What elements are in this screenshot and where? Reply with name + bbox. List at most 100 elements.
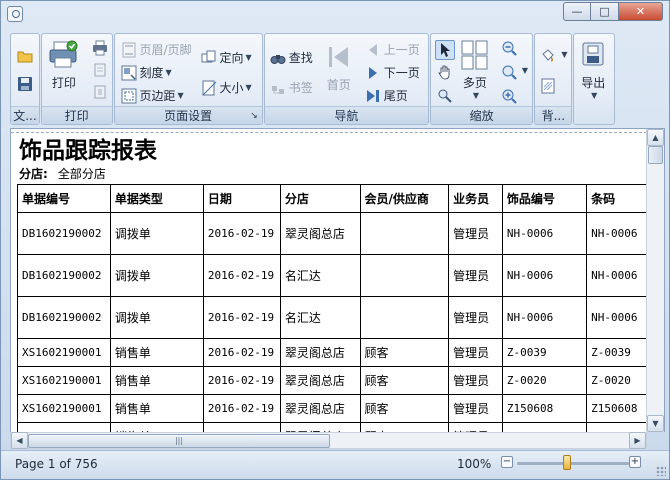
orientation-icon: [201, 50, 217, 66]
vertical-scroll-thumb[interactable]: [648, 146, 663, 164]
zoom-tool-icon[interactable]: [437, 88, 453, 104]
orientation-button[interactable]: 定向 ▼: [201, 49, 252, 66]
ribbon-group-print-label: 打印: [41, 106, 112, 124]
scroll-left-button[interactable]: ◀: [11, 432, 28, 449]
table-cell: 管理员: [448, 212, 503, 255]
table-cell: 调拨单: [109, 296, 204, 339]
size-button[interactable]: 大小 ▼: [201, 79, 252, 96]
table-cell: 管理员: [448, 338, 503, 367]
scroll-right-button[interactable]: ▶: [629, 432, 646, 449]
zoom-in-button[interactable]: +: [629, 456, 641, 468]
document-preview[interactable]: 饰品跟踪报表 分店: 全部分店 单据编号 单据类型 日期 分店 会员/供应商 业务员 饰品编号…: [10, 128, 665, 432]
table-row: XS1602190001 销售单 2016-02-19 翠灵阁总店 顾客 管理员 Z-003…: [17, 338, 647, 367]
margins-button[interactable]: 页边距 ▼: [121, 87, 184, 104]
printer-icon: [48, 40, 80, 70]
table-cell: 翠灵阁总店: [279, 394, 361, 423]
hand-tool-icon[interactable]: [437, 64, 453, 80]
vertical-scrollbar[interactable]: ▲ ▼: [646, 129, 664, 432]
table-row: DB1602190002 调拨单 2016-02-19 名汇达 管理员 NH-0006 NH…: [17, 254, 647, 297]
first-page-button[interactable]: 首页: [327, 42, 351, 93]
multi-page-button[interactable]: 多页 ▼: [461, 40, 489, 100]
chevron-down-icon: ▼: [177, 91, 184, 100]
chevron-down-icon: ▼: [165, 68, 172, 77]
zoom-level[interactable]: 100%: [457, 457, 491, 471]
zoom-slider-track[interactable]: [517, 462, 629, 465]
margins-icon: [121, 88, 137, 104]
header-footer-button[interactable]: 页眉/页脚: [121, 41, 192, 58]
table-cell: 顾客: [359, 366, 450, 395]
table-cell: NH-0006: [586, 254, 647, 297]
zoom-in-icon[interactable]: [501, 88, 517, 104]
ribbon-group-page-setup-label: 页面设置 ↘: [114, 106, 262, 125]
table-cell: 调拨单: [109, 254, 204, 297]
column-header: 会员/供应商: [359, 184, 450, 213]
table-cell: 销售单: [109, 422, 204, 432]
last-page-icon: [365, 88, 381, 104]
bookmark-button[interactable]: 书签: [270, 79, 313, 96]
header-footer-icon: [121, 42, 137, 58]
table-cell: 顾客: [359, 422, 450, 432]
preview-window: — □ ✕ 文... 打印 打印 页眉/页脚 定向 ▼ 刻度 ▼ 页边距 ▼ 大…: [0, 0, 670, 480]
table-header-row: 单据编号 单据类型 日期 分店 会员/供应商 业务员 饰品编号 条码: [17, 184, 647, 213]
export-button[interactable]: 导出 ▼: [579, 40, 607, 100]
minimize-button[interactable]: —: [563, 2, 591, 21]
title-bar: — □ ✕: [1, 1, 669, 29]
zoom-out-button[interactable]: −: [501, 456, 513, 468]
store-filter-value: 全部分店: [57, 167, 106, 181]
table-cell: 翠灵阁总店: [279, 338, 361, 367]
table-cell: [359, 212, 450, 255]
ribbon-group-file-label[interactable]: 文...: [11, 106, 39, 124]
dialog-launcher-icon[interactable]: ↘: [250, 107, 258, 125]
ribbon-group-background-label[interactable]: 背...: [535, 106, 572, 124]
scroll-down-button[interactable]: ▼: [647, 415, 664, 432]
page-color-icon[interactable]: [540, 48, 556, 64]
chevron-down-icon: ▼: [472, 91, 479, 100]
resize-grip[interactable]: [656, 466, 666, 476]
first-page-icon: [327, 42, 351, 72]
scroll-up-button[interactable]: ▲: [647, 129, 664, 146]
chevron-down-icon[interactable]: ▼: [561, 50, 567, 59]
ribbon-group-navigation-label: 导航: [264, 106, 428, 124]
last-page-button[interactable]: 尾页: [365, 87, 408, 104]
zoom-slider-thumb[interactable]: [563, 455, 572, 470]
table-row: 销售单 翠灵阁总店顾客管理员: [17, 422, 647, 432]
scale-icon: [121, 65, 137, 81]
table-row: XS1602190001 销售单 2016-02-19 翠灵阁总店 顾客 管理员 Z1506…: [17, 394, 647, 423]
table-cell: [501, 422, 588, 432]
page-setup-icon: [92, 62, 108, 78]
next-page-button[interactable]: 下一页: [365, 64, 420, 81]
print-button[interactable]: 打印: [48, 40, 80, 91]
table-cell: 翠灵阁总店: [279, 366, 361, 395]
save-icon[interactable]: [17, 76, 33, 92]
chevron-down-icon: ▼: [591, 91, 598, 100]
close-button[interactable]: ✕: [619, 2, 663, 21]
table-cell: 管理员: [448, 296, 503, 339]
chevron-down-icon[interactable]: ▼: [522, 66, 528, 75]
ribbon-group-page-setup: 页眉/页脚 定向 ▼ 刻度 ▼ 页边距 ▼ 大小 ▼ 页面设置 ↘: [113, 33, 263, 125]
horizontal-scrollbar[interactable]: ◀ ||| ▶: [10, 432, 647, 449]
zoom-out-icon[interactable]: [501, 40, 517, 56]
table-cell: 2016-02-19: [202, 296, 281, 339]
table-cell: 调拨单: [109, 212, 204, 255]
open-folder-icon[interactable]: [17, 48, 33, 64]
table-cell: 2016-02-19: [202, 212, 281, 255]
report-table: 单据编号 单据类型 日期 分店 会员/供应商 业务员 饰品编号 条码 DB1602190002…: [17, 184, 647, 432]
maximize-button[interactable]: □: [591, 2, 619, 21]
find-button[interactable]: 查找: [270, 49, 313, 66]
table-cell: 翠灵阁总店: [279, 422, 361, 432]
horizontal-scroll-thumb[interactable]: |||: [28, 434, 330, 448]
table-cell: NH-0006: [501, 254, 588, 297]
scale-button[interactable]: 刻度 ▼: [121, 64, 172, 81]
watermark-icon[interactable]: [540, 78, 556, 94]
quick-print-icon[interactable]: [92, 40, 108, 56]
table-cell: 销售单: [109, 338, 204, 367]
arrow-left-icon: [365, 42, 381, 58]
window-controls: — □ ✕: [563, 2, 663, 21]
app-icon[interactable]: [7, 6, 23, 22]
prev-page-button[interactable]: 上一页: [365, 41, 420, 58]
zoom-dropdown-icon[interactable]: [501, 64, 517, 80]
pointer-icon[interactable]: [434, 40, 455, 60]
column-header: 分店: [279, 184, 361, 213]
column-header: 业务员: [448, 184, 503, 213]
chevron-down-icon: ▼: [245, 53, 252, 62]
